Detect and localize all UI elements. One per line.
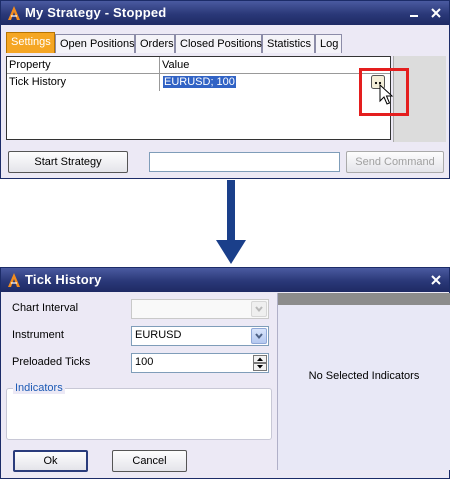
indicators-group-label: Indicators xyxy=(13,382,65,394)
down-arrow-icon xyxy=(216,180,246,264)
indicators-list-panel: No Selected Indicators xyxy=(277,293,450,470)
spin-down-icon[interactable] xyxy=(253,363,267,371)
command-input[interactable] xyxy=(149,152,340,172)
grid-row-value-cell[interactable]: EURUSD; 100 xyxy=(160,74,390,91)
no-selected-indicators: No Selected Indicators xyxy=(308,370,420,382)
chart-interval-select[interactable] xyxy=(131,299,269,319)
close-icon[interactable] xyxy=(429,6,443,20)
chart-interval-label: Chart Interval xyxy=(12,302,79,314)
close-icon[interactable] xyxy=(429,273,443,287)
tab-log[interactable]: Log xyxy=(315,34,342,53)
preloaded-ticks-label: Preloaded Ticks xyxy=(12,356,91,368)
tab-statistics[interactable]: Statistics xyxy=(262,34,315,53)
tab-closed-positions[interactable]: Closed Positions xyxy=(175,34,262,53)
strategy-window: My Strategy - Stopped Settings Open Posi… xyxy=(0,0,450,179)
mouse-pointer-icon xyxy=(379,84,394,105)
app-logo-icon xyxy=(8,273,20,287)
indicators-list-header xyxy=(278,293,450,305)
indicators-group: Indicators xyxy=(6,382,272,440)
grid-row-value[interactable]: EURUSD; 100 xyxy=(163,76,236,88)
chevron-down-icon[interactable] xyxy=(251,301,267,317)
column-header-value: Value xyxy=(160,57,390,74)
tab-settings[interactable]: Settings xyxy=(6,32,55,53)
preloaded-ticks-stepper[interactable]: 100 xyxy=(131,353,269,373)
column-header-property: Property xyxy=(7,57,160,74)
cancel-button[interactable]: Cancel xyxy=(112,450,187,472)
tab-orders[interactable]: Orders xyxy=(135,34,175,53)
chevron-down-icon[interactable] xyxy=(251,328,267,344)
instrument-value: EURUSD xyxy=(135,329,182,341)
spin-up-icon[interactable] xyxy=(253,355,267,363)
app-logo-icon xyxy=(8,6,20,20)
strategy-window-title: My Strategy - Stopped xyxy=(25,5,167,20)
ok-button[interactable]: Ok xyxy=(13,450,88,472)
grid-row-property[interactable]: Tick History xyxy=(7,74,160,91)
tab-open-positions[interactable]: Open Positions xyxy=(55,34,135,53)
tick-history-title: Tick History xyxy=(25,272,102,287)
instrument-label: Instrument xyxy=(12,329,64,341)
property-grid: Property Value Tick History EURUSD; 100 xyxy=(6,56,391,140)
instrument-select[interactable]: EURUSD xyxy=(131,326,269,346)
send-command-button[interactable]: Send Command xyxy=(346,151,444,173)
preloaded-ticks-value: 100 xyxy=(135,356,154,368)
minimize-icon[interactable] xyxy=(407,6,421,20)
tick-history-dialog: Tick History No Selected Indicators Char… xyxy=(0,267,450,479)
start-strategy-button[interactable]: Start Strategy xyxy=(8,151,128,173)
strategy-title-bar[interactable]: My Strategy - Stopped xyxy=(1,1,449,25)
tick-history-title-bar[interactable]: Tick History xyxy=(1,268,449,292)
